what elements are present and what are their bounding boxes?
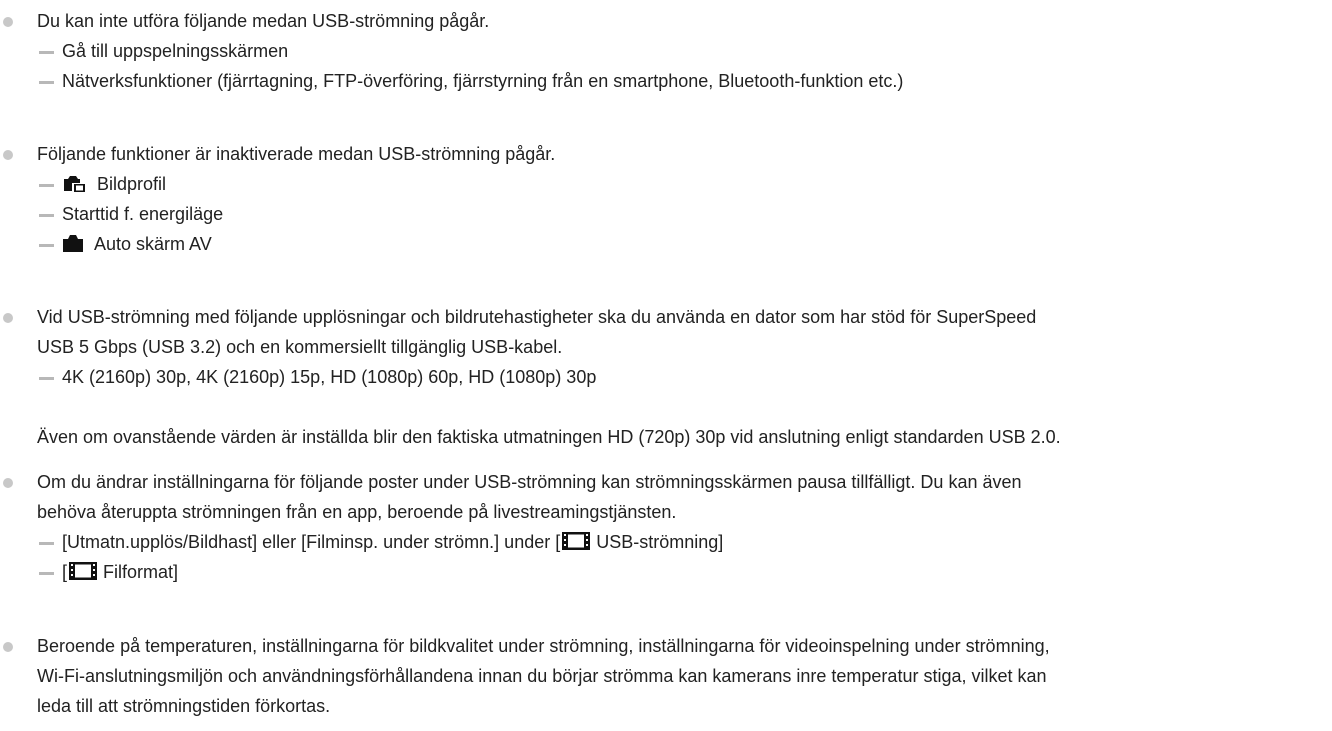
dash-icon bbox=[39, 244, 54, 247]
dash-icon bbox=[39, 51, 54, 54]
note-bullet: Du kan inte utföra följande medan USB-st… bbox=[0, 6, 1332, 36]
note-3: Vid USB-strömning med följande upplösnin… bbox=[0, 302, 1332, 452]
note-bullet: Beroende på temperaturen, inställningarn… bbox=[0, 631, 1332, 661]
note-text: Du kan inte utföra följande medan USB-st… bbox=[37, 11, 490, 31]
dash-icon bbox=[39, 184, 54, 187]
note-4: Om du ändrar inställningarna för följand… bbox=[0, 467, 1332, 587]
note-bullet: Om du ändrar inställningarna för följand… bbox=[0, 467, 1332, 497]
note-text-line-1: Om du ändrar inställningarna för följand… bbox=[37, 472, 1022, 492]
list-item-label: Starttid f. energiläge bbox=[62, 204, 224, 224]
list-item-label: Auto skärm AV bbox=[94, 234, 212, 254]
note-followup: Även om ovanstående värden är inställda … bbox=[37, 427, 1061, 447]
list-item: Bildprofil bbox=[0, 169, 1332, 199]
note-text-line-2: Wi-Fi-anslutningsmiljön och användningsf… bbox=[37, 666, 1047, 686]
note-text: Följande funktioner är inaktiverade meda… bbox=[37, 144, 556, 164]
note-1: Du kan inte utföra följande medan USB-st… bbox=[0, 6, 1332, 96]
list-item: [ Filformat] bbox=[0, 557, 1332, 587]
list-item: Nätverksfunktioner (fjärrtagning, FTP-öv… bbox=[0, 66, 1332, 96]
list-item: [Utmatn.upplös/Bildhast] eller [Filminsp… bbox=[0, 527, 1332, 557]
list-item: 4K (2160p) 30p, 4K (2160p) 15p, HD (1080… bbox=[0, 362, 1332, 392]
dash-icon bbox=[39, 81, 54, 84]
dash-icon bbox=[39, 542, 54, 545]
note-2: Följande funktioner är inaktiverade meda… bbox=[0, 139, 1332, 259]
note-bullet: Följande funktioner är inaktiverade meda… bbox=[0, 139, 1332, 169]
bullet-icon bbox=[3, 17, 13, 27]
camera-movie-icon bbox=[62, 173, 86, 193]
note-bullet: Vid USB-strömning med följande upplösnin… bbox=[0, 302, 1332, 332]
list-item-after: USB-strömning] bbox=[596, 532, 724, 552]
note-text-line-1: Vid USB-strömning med följande upplösnin… bbox=[37, 307, 1037, 327]
dash-icon bbox=[39, 377, 54, 380]
list-item-label: Bildprofil bbox=[97, 174, 167, 194]
note-5: Beroende på temperaturen, inställningarn… bbox=[0, 631, 1332, 721]
dash-icon bbox=[39, 214, 54, 217]
note-text-line-3: leda till att strömningstiden förkortas. bbox=[37, 696, 331, 716]
list-item: Gå till uppspelningsskärmen bbox=[0, 36, 1332, 66]
list-item-before: [ bbox=[62, 562, 68, 582]
bullet-icon bbox=[3, 642, 13, 652]
note-text-line-1: Beroende på temperaturen, inställningarn… bbox=[37, 636, 1050, 656]
list-item: Auto skärm AV bbox=[0, 229, 1332, 259]
list-item-label: Nätverksfunktioner (fjärrtagning, FTP-öv… bbox=[62, 71, 904, 91]
note-text-line-2: behöva återuppta strömningen från en app… bbox=[37, 502, 677, 522]
dash-icon bbox=[39, 572, 54, 575]
bullet-icon bbox=[3, 313, 13, 323]
bullet-icon bbox=[3, 478, 13, 488]
film-icon bbox=[562, 531, 591, 551]
bullet-icon bbox=[3, 150, 13, 160]
list-item: Starttid f. energiläge bbox=[0, 199, 1332, 229]
list-item-before: [Utmatn.upplös/Bildhast] eller [Filminsp… bbox=[62, 532, 561, 552]
list-item-after: Filformat] bbox=[103, 562, 179, 582]
camera-icon bbox=[62, 233, 84, 253]
note-text-line-2: USB 5 Gbps (USB 3.2) och en kommersiellt… bbox=[37, 337, 563, 357]
film-icon bbox=[69, 561, 98, 581]
list-item-label: 4K (2160p) 30p, 4K (2160p) 15p, HD (1080… bbox=[62, 367, 597, 387]
list-item-label: Gå till uppspelningsskärmen bbox=[62, 41, 289, 61]
